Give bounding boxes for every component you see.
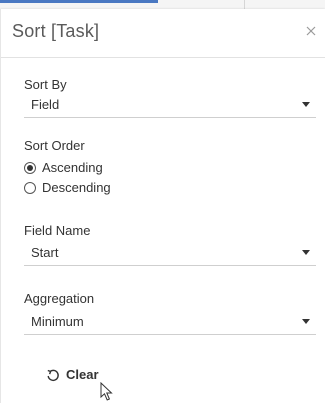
- dialog-title: Sort [Task]: [12, 21, 100, 41]
- field-name-value: Start: [31, 245, 59, 260]
- aggregation-value: Minimum: [31, 314, 84, 329]
- undo-icon: [47, 369, 59, 382]
- radio-ascending-label: Ascending: [42, 160, 103, 175]
- close-button[interactable]: [303, 23, 319, 39]
- chevron-down-icon: [302, 102, 310, 107]
- sort-by-label: Sort By: [24, 77, 67, 92]
- sort-order-label: Sort Order: [24, 138, 85, 153]
- sort-by-value: Field: [31, 97, 60, 112]
- radio-descending-indicator[interactable]: [24, 182, 36, 194]
- clear-label: Clear: [66, 367, 99, 382]
- chevron-down-icon: [302, 250, 310, 255]
- page: Sort [Task] Sort By Field Sort Order Asc…: [0, 0, 325, 403]
- sort-by-select[interactable]: Field: [24, 95, 316, 118]
- background-accent-bar: [0, 0, 158, 3]
- radio-descending-label: Descending: [42, 180, 111, 195]
- field-name-select[interactable]: Start: [24, 243, 316, 266]
- field-name-label: Field Name: [24, 223, 91, 238]
- close-icon: [306, 26, 316, 36]
- dialog-header: Sort [Task]: [1, 9, 325, 58]
- aggregation-select[interactable]: Minimum: [24, 312, 316, 335]
- sort-dialog: Sort [Task] Sort By Field Sort Order Asc…: [0, 9, 325, 403]
- aggregation-label: Aggregation: [24, 291, 95, 306]
- radio-ascending-indicator[interactable]: [24, 162, 36, 174]
- chevron-down-icon: [302, 319, 310, 324]
